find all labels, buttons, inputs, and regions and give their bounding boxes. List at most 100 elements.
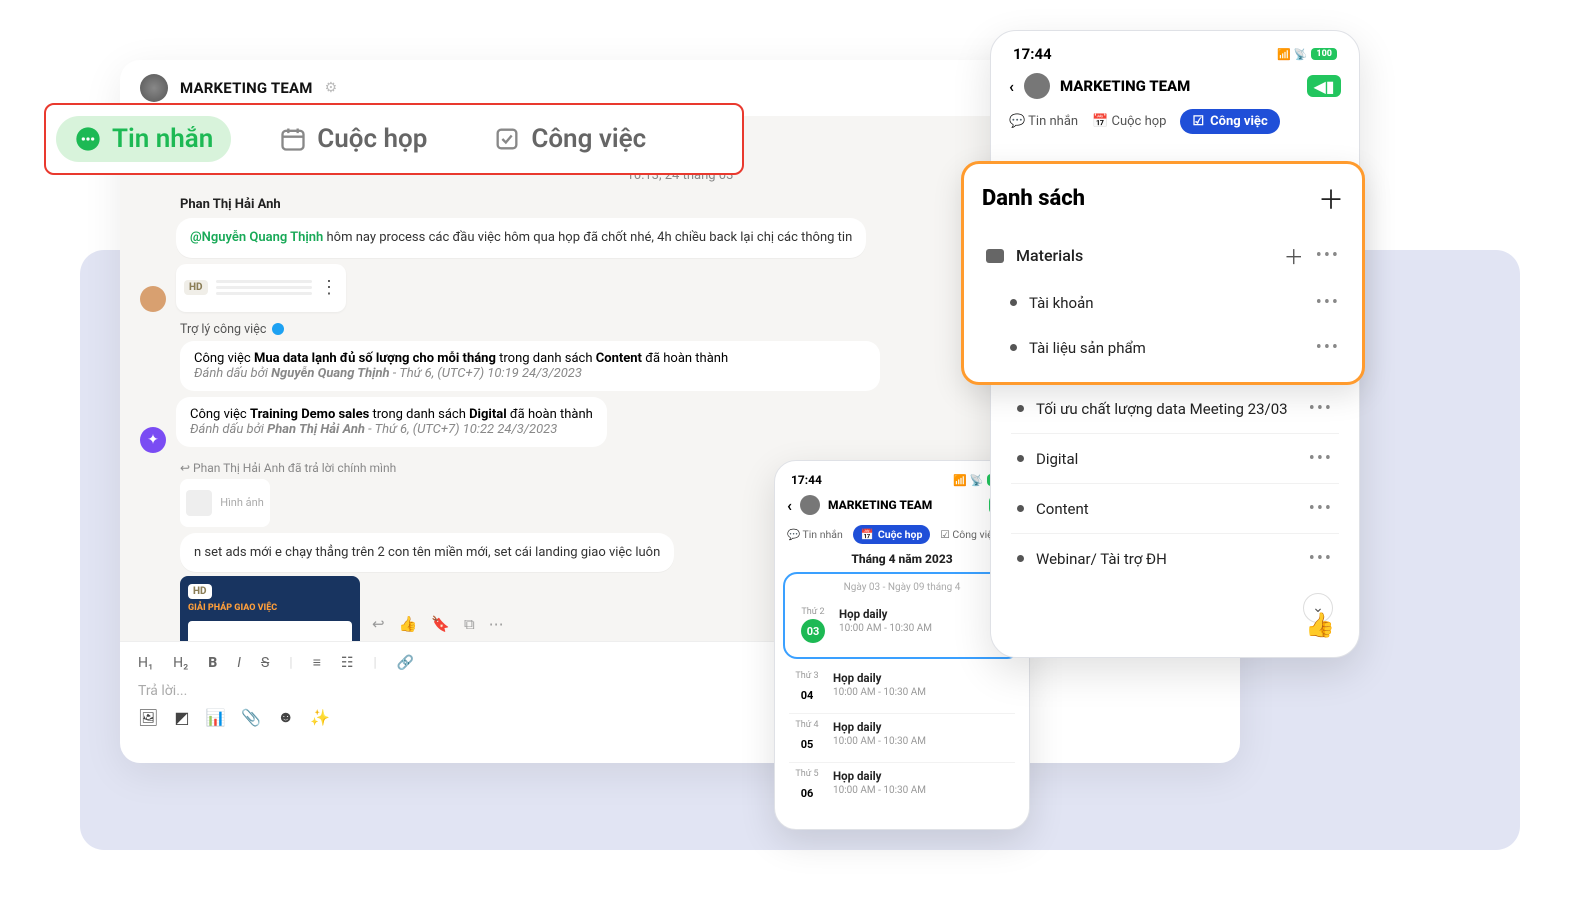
- bold-button[interactable]: B: [208, 655, 217, 671]
- message-bubble: n set ads mới e chạy thẳng trên 2 con tê…: [180, 533, 674, 573]
- hd-badge: HD: [188, 584, 212, 599]
- reaction-bar: ↩ 👍 🔖 ⧉ ⋯: [372, 615, 504, 633]
- tab-meetings-label: Cuộc họp: [317, 124, 427, 154]
- folder-icon: [986, 249, 1004, 263]
- message-column: @Nguyễn Quang Thịnh hôm nay process các …: [176, 218, 866, 312]
- meeting-slot[interactable]: Thứ 506Họp daily10:00 AM - 10:30 AM: [789, 763, 1015, 811]
- tab-tasks[interactable]: Công việc: [475, 116, 664, 162]
- more-icon[interactable]: •••: [1316, 245, 1340, 266]
- clock: 17:44: [1013, 45, 1052, 63]
- team-avatar: [800, 495, 820, 515]
- sticker-icon[interactable]: ◩: [174, 708, 189, 727]
- back-icon[interactable]: ‹: [787, 496, 792, 515]
- image-attachment[interactable]: Hình ảnh: [180, 479, 270, 527]
- list-item[interactable]: Webinar/ Tài trợ ĐH•••: [1011, 533, 1339, 583]
- calendar-icon: [279, 125, 307, 153]
- battery-icon: 100: [1311, 48, 1337, 60]
- mention[interactable]: @Nguyễn Quang Thịnh: [190, 230, 323, 245]
- copy-icon[interactable]: ⧉: [464, 615, 475, 633]
- thumbs-up-icon[interactable]: 👍: [399, 615, 418, 633]
- list-card: Danh sách ＋ Materials ＋ ••• Tài khoản ••…: [961, 161, 1365, 385]
- attachment-card[interactable]: HD ⋮: [176, 264, 346, 312]
- gear-icon[interactable]: ⚙: [325, 80, 338, 96]
- list-header: Danh sách ＋: [982, 180, 1344, 217]
- folder-row[interactable]: Materials ＋ •••: [982, 231, 1344, 280]
- add-icon[interactable]: ＋: [1318, 180, 1344, 217]
- bullet-icon: [1017, 455, 1024, 462]
- more-icon[interactable]: •••: [1309, 498, 1333, 519]
- week-card: Ngày 03 - Ngày 09 tháng 4 Thứ 203Họp dai…: [783, 572, 1021, 659]
- status-icons: 📶 📡 100: [1277, 48, 1337, 61]
- more-icon[interactable]: •••: [1309, 448, 1333, 469]
- status-bar: 17:44 📶 📡 100: [991, 43, 1359, 71]
- tab-messages[interactable]: 💬 Tin nhắn: [787, 528, 843, 541]
- video-icon[interactable]: ◀▮: [1307, 75, 1341, 97]
- user-avatar[interactable]: [140, 286, 166, 312]
- team-avatar[interactable]: [140, 74, 168, 102]
- tab-meetings[interactable]: 📅 Cuộc họp: [1092, 114, 1166, 129]
- list-bullet-icon[interactable]: ☷: [341, 655, 354, 671]
- verified-icon: [272, 323, 284, 335]
- tab-messages[interactable]: 💬 Tin nhắn: [1009, 114, 1078, 129]
- team-name: MARKETING TEAM: [828, 498, 981, 512]
- tab-tasks[interactable]: ☑ Công việc: [1180, 109, 1279, 134]
- list-item[interactable]: Tối ưu chất lượng data Meeting 23/03•••: [1011, 384, 1339, 433]
- bullet-icon: [1010, 299, 1017, 306]
- more-icon[interactable]: •••: [1309, 548, 1333, 569]
- tab-meetings[interactable]: 📅 Cuộc họp: [853, 525, 931, 544]
- reply-icon[interactable]: ↩: [372, 615, 385, 633]
- bookmark-icon[interactable]: 🔖: [431, 615, 450, 633]
- list-title: Danh sách: [982, 186, 1085, 211]
- list-item[interactable]: Digital•••: [1011, 433, 1339, 483]
- tab-meetings[interactable]: Cuộc họp: [261, 116, 445, 162]
- list-item[interactable]: Tài khoản •••: [982, 280, 1344, 325]
- list-item[interactable]: Content•••: [1011, 483, 1339, 533]
- thumbs-up-reaction[interactable]: 👍: [1305, 611, 1335, 639]
- chat-icon: [74, 125, 102, 153]
- h2-button[interactable]: H₂: [173, 655, 188, 671]
- attach-icon[interactable]: 📎: [241, 708, 261, 727]
- bullet-icon: [1017, 405, 1024, 412]
- magic-icon[interactable]: ✨: [310, 708, 330, 727]
- attachment-lines: [216, 280, 312, 295]
- meeting-slot[interactable]: Thứ 405Họp daily10:00 AM - 10:30 AM: [789, 714, 1015, 763]
- message-text: hôm nay process các đầu việc hôm qua họp…: [323, 230, 852, 245]
- list-item[interactable]: Tài liệu sản phẩm •••: [982, 325, 1344, 370]
- more-icon[interactable]: •••: [1316, 337, 1340, 358]
- folder-name: Materials: [1016, 246, 1272, 265]
- bullet-icon: [1017, 505, 1024, 512]
- reply-input[interactable]: Trả lời...: [138, 675, 1222, 707]
- emoji-icon[interactable]: ☻: [277, 707, 294, 727]
- hd-badge: HD: [184, 280, 208, 295]
- back-icon[interactable]: ‹: [1009, 77, 1014, 96]
- bot-avatar: ✦: [140, 427, 166, 453]
- poll-icon[interactable]: 📊: [205, 708, 225, 727]
- phone-header: ‹ MARKETING TEAM ◀▮: [991, 71, 1359, 109]
- team-name: MARKETING TEAM: [1060, 77, 1297, 95]
- more-icon[interactable]: •••: [1309, 398, 1333, 419]
- link-icon[interactable]: 🔗: [397, 655, 414, 671]
- italic-button[interactable]: I: [237, 655, 241, 671]
- list-ordered-icon[interactable]: ≡: [313, 654, 321, 671]
- tab-tasks-label: Công việc: [531, 124, 646, 154]
- bullet-icon: [1017, 555, 1024, 562]
- strike-button[interactable]: S: [261, 655, 269, 671]
- phone-tabs: 💬 Tin nhắn 📅 Cuộc họp ☑ Công việc: [991, 109, 1359, 146]
- item-label: Tài khoản: [1029, 294, 1304, 312]
- team-avatar: [1024, 73, 1050, 99]
- phone-tasks: 17:44 📶 📡 100 ‹ MARKETING TEAM ◀▮ 💬 Tin …: [990, 30, 1360, 658]
- item-label: Tài liệu sản phẩm: [1029, 339, 1304, 357]
- task-icon: [493, 125, 521, 153]
- more-icon[interactable]: ⋮: [320, 284, 338, 291]
- more-icon[interactable]: ⋯: [489, 615, 504, 633]
- add-icon[interactable]: ＋: [1284, 241, 1304, 270]
- image-icon[interactable]: 🖼: [138, 708, 158, 727]
- promo-image[interactable]: HD GIẢI PHÁP GIAO VIỆC: [180, 576, 360, 641]
- assistant-bubble: Công việc Mua data lạnh đủ số lượng cho …: [180, 341, 880, 391]
- attach-toolbar: 🖼 ◩ 📊 📎 ☻ ✨: [138, 707, 1222, 727]
- meeting-slot[interactable]: Thứ 304Họp daily10:00 AM - 10:30 AM: [789, 665, 1015, 714]
- h1-button[interactable]: H₁: [138, 655, 153, 671]
- meeting-slot[interactable]: Thứ 203Họp daily10:00 AM - 10:30 AM: [795, 601, 1009, 649]
- tab-messages[interactable]: Tin nhắn: [56, 116, 231, 162]
- more-icon[interactable]: •••: [1316, 292, 1340, 313]
